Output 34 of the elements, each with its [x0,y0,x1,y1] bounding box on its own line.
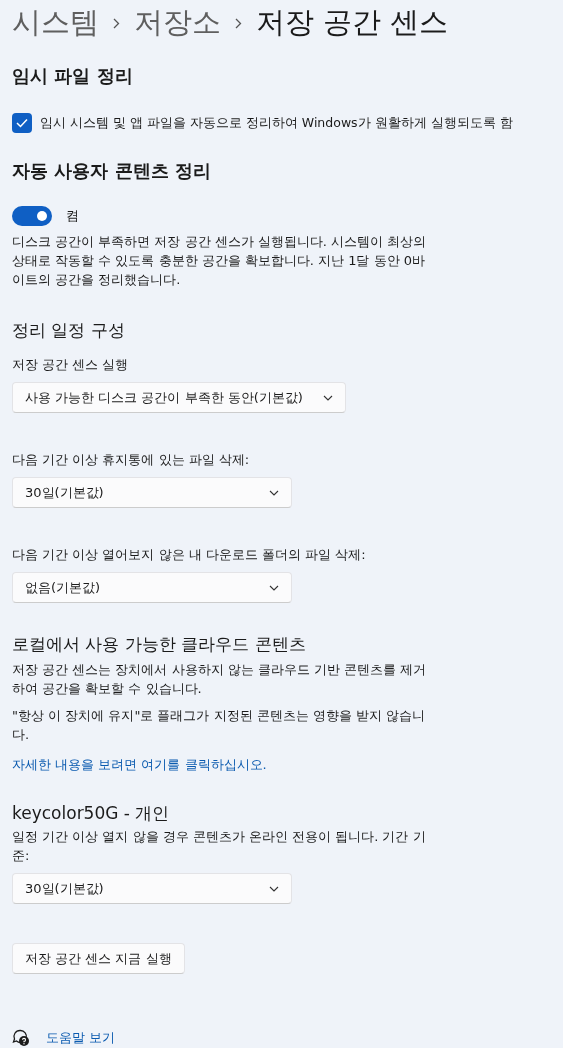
section-title: 정리 일정 구성 [12,319,126,342]
breadcrumb-item: 저장 공간 센스 [256,4,449,41]
breadcrumb-item[interactable]: 저장소 [134,3,221,43]
help-icon [12,1029,30,1047]
dropdown[interactable]: 없음(기본값) [12,572,292,603]
toggle-switch[interactable] [12,206,52,226]
check-icon [16,118,28,128]
toggle-label: 켬 [66,207,79,225]
checkbox[interactable] [12,113,32,133]
breadcrumb-item[interactable]: 시스템 [12,3,99,43]
description: 일정 기간 이상 열지 않을 경우 콘텐츠가 온라인 전용이 됩니다. 기간 기준: [12,828,427,865]
description: 디스크 공간이 부족하면 저장 공간 센스가 실행됩니다. 시스템이 최상의 상태로 작동할 수 있도록 충분한 공간을 확보합니다. 지난 1달 동안 0바이트의 공간을 정리했습니다. [12,233,428,289]
chevron-right-icon [113,17,120,29]
checkbox-label: 임시 시스템 및 앱 파일을 자동으로 정리하여 Windows가 원활하게 실행되도록 함 [40,114,513,132]
dropdown-label: 저장 공간 센스 실행 [12,356,130,374]
section-title: 로컬에서 사용 가능한 클라우드 콘텐츠 [12,633,307,656]
dropdown[interactable]: 사용 가능한 디스크 공간이 부족한 동안(기본값) [12,382,346,413]
dropdown-label: 다음 기간 이상 휴지통에 있는 파일 삭제: [12,451,251,469]
chevron-down-icon [269,584,279,591]
account-title: keycolor50G - 개인 [12,802,171,825]
chevron-down-icon [269,885,279,892]
learn-more-link[interactable]: 자세한 내용을 보려면 여기를 클릭하십시오. [12,757,267,772]
section-title: 임시 파일 정리 [12,64,134,88]
dropdown[interactable]: 30일(기본값) [12,873,292,904]
help-link[interactable]: 도움말 보기 [46,1029,116,1047]
run-now-button[interactable]: 저장 공간 센스 지금 실행 [12,943,185,974]
chevron-down-icon [322,394,333,401]
description: "항상 이 장치에 유지"로 플래그가 지정된 콘텐츠는 영향을 받지 않습니다. [12,707,427,744]
dropdown-label: 다음 기간 이상 열어보지 않은 내 다운로드 폴더의 파일 삭제: [12,546,367,564]
dropdown[interactable]: 30일(기본값) [12,477,292,508]
description: 저장 공간 센스는 장치에서 사용하지 않는 클라우드 기반 콘텐츠를 제거하여 공간을 확보할 수 있습니다. [12,661,428,698]
section-title: 자동 사용자 콘텐츠 정리 [12,159,212,183]
chevron-right-icon [235,17,242,29]
chevron-down-icon [269,489,279,496]
